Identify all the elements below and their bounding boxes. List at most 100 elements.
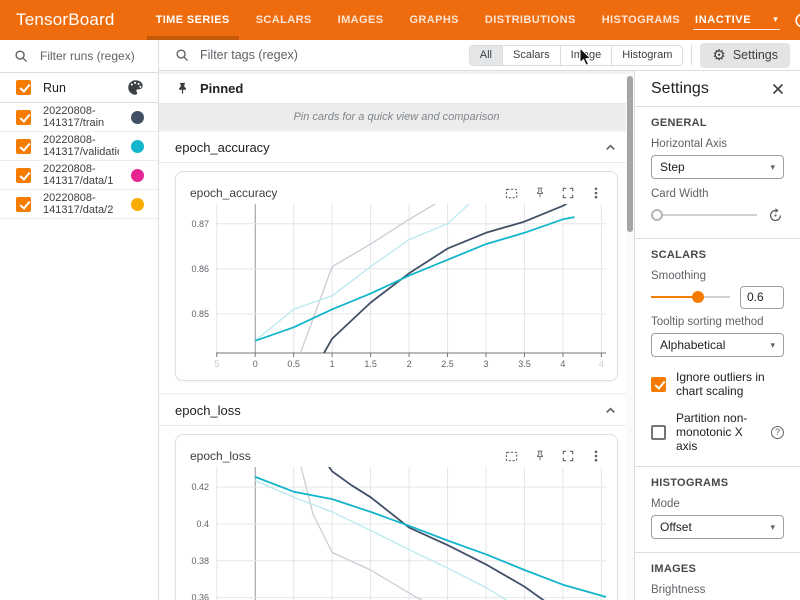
filter-all-button[interactable]: All xyxy=(470,46,503,65)
partition-x-row[interactable]: Partition non-monotonic X axis ? xyxy=(651,411,784,453)
section-epoch-loss: epoch_loss epoch_loss xyxy=(159,395,634,600)
run-row-data-1[interactable]: 20220808-141317/data/1 xyxy=(0,161,158,190)
filter-scalars-button[interactable]: Scalars xyxy=(503,46,561,65)
ignore-outliers-row[interactable]: Ignore outliers in chart scaling xyxy=(651,370,784,398)
scalars-heading: SCALARS xyxy=(651,249,784,261)
card-title: epoch_accuracy xyxy=(190,186,277,200)
app-header: TensorBoard TIME SERIES SCALARS IMAGES G… xyxy=(0,0,800,40)
tab-distributions[interactable]: DISTRIBUTIONS xyxy=(472,0,589,40)
svg-text:1: 1 xyxy=(330,359,335,369)
chevron-down-icon: ▾ xyxy=(770,162,775,173)
close-icon[interactable] xyxy=(770,81,786,97)
smoothing-label: Smoothing xyxy=(651,270,784,282)
run-select-all-checkbox[interactable] xyxy=(16,80,31,95)
reload-status-dropdown[interactable]: INACTIVE ▾ xyxy=(693,11,780,30)
settings-panel: Settings GENERAL Horizontal Axis Step ▾ … xyxy=(634,71,800,600)
pin-icon[interactable] xyxy=(533,186,547,200)
svg-text:4: 4 xyxy=(560,359,565,369)
tooltip-sorting-select[interactable]: Alphabetical ▾ xyxy=(651,333,784,357)
brightness-label: Brightness xyxy=(651,584,784,596)
svg-text:0.85: 0.85 xyxy=(191,309,209,319)
reset-icon[interactable] xyxy=(767,207,784,224)
runs-filter-input[interactable] xyxy=(38,48,144,64)
run-checkbox[interactable] xyxy=(16,197,31,212)
filter-image-button[interactable]: Image xyxy=(561,46,613,65)
run-color-dot[interactable] xyxy=(131,111,144,124)
theme-toggle-icon[interactable] xyxy=(793,11,800,30)
svg-text:4: 4 xyxy=(599,359,604,369)
tags-filter-input[interactable] xyxy=(198,47,461,63)
runs-filter xyxy=(0,40,158,73)
epoch-accuracy-chart[interactable]: 0.850.860.87500.511.522.533.544 xyxy=(186,204,616,374)
nav-tabs: TIME SERIES SCALARS IMAGES GRAPHS DISTRI… xyxy=(143,0,693,40)
tab-scalars[interactable]: SCALARS xyxy=(243,0,325,40)
ignore-outliers-label: Ignore outliers in chart scaling xyxy=(676,370,784,398)
chevron-up-icon[interactable] xyxy=(603,140,618,155)
scrollbar-thumb[interactable] xyxy=(627,76,633,232)
tab-images[interactable]: IMAGES xyxy=(325,0,397,40)
settings-button[interactable]: ⚙ Settings xyxy=(700,43,790,68)
section-header[interactable]: epoch_loss xyxy=(159,395,634,426)
run-name: 20220808- xyxy=(43,192,96,204)
partition-x-checkbox[interactable] xyxy=(651,425,666,440)
settings-histograms: HISTOGRAMS Mode Offset ▾ xyxy=(635,467,800,553)
run-checkbox[interactable] xyxy=(16,168,31,183)
settings-general: GENERAL Horizontal Axis Step ▾ Card Widt… xyxy=(635,107,800,239)
help-icon[interactable]: ? xyxy=(771,426,784,439)
fullscreen-icon[interactable] xyxy=(561,186,575,200)
chevron-down-icon: ▾ xyxy=(773,14,778,25)
smoothing-slider[interactable] xyxy=(651,290,730,304)
chevron-up-icon[interactable] xyxy=(603,403,618,418)
run-color-dot[interactable] xyxy=(131,169,144,182)
toolbar-divider xyxy=(691,45,692,65)
runs-sidebar: Run 20220808-141317/train 20220808-14131… xyxy=(0,40,159,600)
svg-text:0.5: 0.5 xyxy=(287,359,300,369)
svg-text:2.5: 2.5 xyxy=(441,359,454,369)
palette-icon[interactable] xyxy=(127,79,144,96)
vertical-scrollbar[interactable] xyxy=(626,73,634,600)
run-color-dot[interactable] xyxy=(131,140,144,153)
run-checkbox[interactable] xyxy=(16,110,31,125)
tab-time-series[interactable]: TIME SERIES xyxy=(143,0,243,40)
header-actions: INACTIVE ▾ ⚙ ? xyxy=(693,11,800,30)
chevron-down-icon: ▾ xyxy=(770,340,775,351)
svg-text:3: 3 xyxy=(483,359,488,369)
horizontal-axis-select[interactable]: Step ▾ xyxy=(651,155,784,179)
card-width-slider[interactable] xyxy=(651,208,757,222)
more-options-icon[interactable] xyxy=(589,186,603,200)
fit-to-data-icon[interactable] xyxy=(504,186,519,201)
card-title: epoch_loss xyxy=(190,449,251,463)
run-name: 20220808- xyxy=(43,163,96,175)
scalar-card-epoch-accuracy: epoch_accuracy xyxy=(175,171,618,381)
smoothing-value-input[interactable] xyxy=(740,286,784,309)
filter-histogram-button[interactable]: Histogram xyxy=(612,46,682,65)
run-row-validation[interactable]: 20220808-141317/validation xyxy=(0,132,158,161)
settings-scalars: SCALARS Smoothing Tooltip sorting method… xyxy=(635,239,800,467)
app-logo: TensorBoard xyxy=(0,10,129,30)
ignore-outliers-checkbox[interactable] xyxy=(651,377,666,392)
more-options-icon[interactable] xyxy=(589,449,603,463)
tab-histograms[interactable]: HISTOGRAMS xyxy=(589,0,693,40)
epoch-loss-chart[interactable]: 0.360.380.40.42 xyxy=(186,467,616,600)
pin-icon[interactable] xyxy=(533,449,547,463)
svg-text:3.5: 3.5 xyxy=(518,359,531,369)
run-checkbox[interactable] xyxy=(16,139,31,154)
pinned-empty-message: Pin cards for a quick view and compariso… xyxy=(159,104,634,130)
svg-text:0.86: 0.86 xyxy=(191,264,209,274)
tooltip-sorting-label: Tooltip sorting method xyxy=(651,316,784,328)
histogram-mode-select[interactable]: Offset ▾ xyxy=(651,515,784,539)
section-title: epoch_accuracy xyxy=(175,140,270,155)
tag-type-filter-group: All Scalars Image Histogram xyxy=(469,45,684,66)
chevron-down-icon: ▾ xyxy=(770,522,775,533)
svg-text:0.4: 0.4 xyxy=(196,519,209,529)
section-header[interactable]: epoch_accuracy xyxy=(159,132,634,163)
run-color-dot[interactable] xyxy=(131,198,144,211)
tags-toolbar: All Scalars Image Histogram ⚙ Settings xyxy=(159,40,800,71)
tab-graphs[interactable]: GRAPHS xyxy=(396,0,471,40)
run-row-train[interactable]: 20220808-141317/train xyxy=(0,103,158,132)
run-name: 20220808- xyxy=(43,134,96,146)
fit-to-data-icon[interactable] xyxy=(504,449,519,464)
run-row-data-2[interactable]: 20220808-141317/data/2 xyxy=(0,190,158,219)
svg-text:0: 0 xyxy=(253,359,258,369)
fullscreen-icon[interactable] xyxy=(561,449,575,463)
